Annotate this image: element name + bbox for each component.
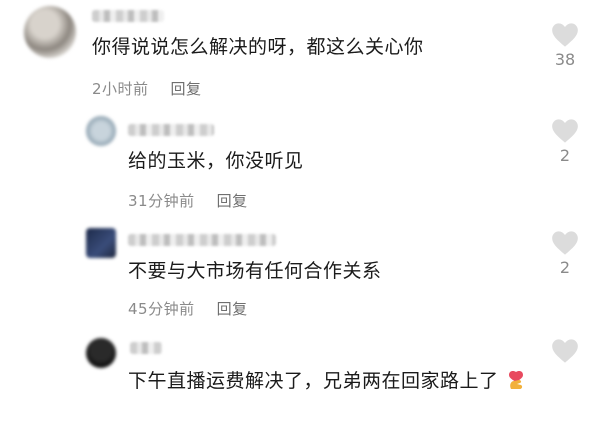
avatar[interactable]: [86, 228, 116, 258]
username[interactable]: [128, 234, 276, 246]
heart-icon: [552, 339, 578, 363]
comment-text: 下午直播运费解决了，兄弟两在回家路上了: [128, 368, 538, 394]
heart-icon: [552, 119, 578, 143]
like-count: 38: [554, 50, 576, 69]
comment-time: 45分钟前: [128, 300, 195, 318]
like-button[interactable]: [545, 338, 585, 366]
heart-icon: [552, 23, 578, 47]
reply-button[interactable]: 回复: [171, 80, 202, 98]
like-button[interactable]: 2: [545, 230, 585, 277]
reply-item: 下午直播运费解决了，兄弟两在回家路上了: [0, 334, 600, 425]
comment-text: 给的玉米，你没听见: [128, 150, 304, 172]
comment-meta: 2小时前 回复: [92, 78, 202, 99]
heart-icon: [552, 231, 578, 255]
comment-text: 不要与大市场有任何合作关系: [128, 260, 382, 282]
username[interactable]: [130, 342, 162, 354]
comment-item: 你得说说怎么解决的呀，都这么关心你 2小时前 回复 38: [0, 0, 600, 100]
reply-item: 不要与大市场有任何合作关系 45分钟前 回复 2: [0, 222, 600, 322]
comment-time: 31分钟前: [128, 192, 195, 210]
reply-item: 给的玉米，你没听见 31分钟前 回复 2: [0, 110, 600, 210]
username[interactable]: [128, 124, 214, 136]
username[interactable]: [92, 10, 164, 22]
comment-text-content: 下午直播运费解决了，兄弟两在回家路上了: [128, 370, 499, 392]
avatar[interactable]: [24, 6, 76, 58]
reply-button[interactable]: 回复: [217, 192, 248, 210]
comment-meta: 31分钟前 回复: [128, 190, 248, 211]
like-button[interactable]: 2: [545, 118, 585, 165]
like-button[interactable]: 38: [545, 22, 585, 69]
reply-button[interactable]: 回复: [217, 300, 248, 318]
comment-time: 2小时前: [92, 80, 149, 98]
comment-meta: 45分钟前 回复: [128, 298, 248, 319]
avatar[interactable]: [86, 116, 116, 146]
finger-heart-emoji-icon: [508, 371, 523, 389]
like-count: 2: [559, 146, 571, 165]
avatar[interactable]: [86, 338, 116, 368]
like-count: 2: [559, 258, 571, 277]
comment-text: 你得说说怎么解决的呀，都这么关心你: [92, 36, 424, 58]
